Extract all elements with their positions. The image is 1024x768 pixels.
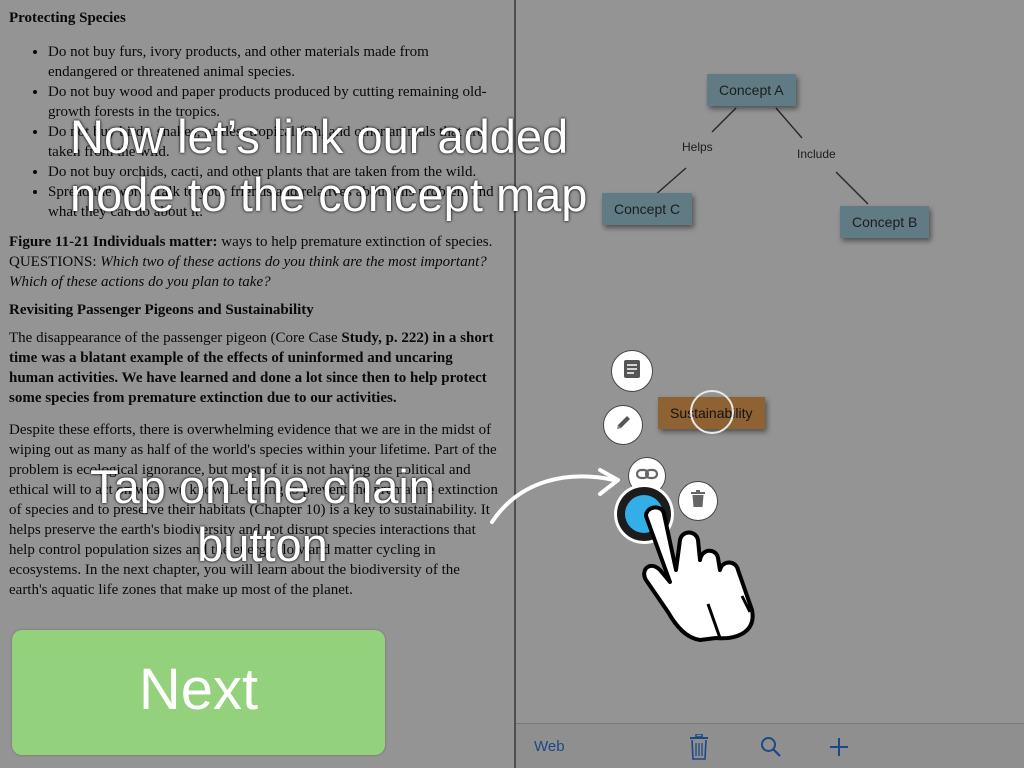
caption-line: node to the concept map — [70, 168, 588, 221]
tutorial-caption-tap: Tap on the chain button — [90, 458, 435, 574]
caption-line: Now let’s link our added — [70, 110, 569, 163]
arrow-head — [598, 468, 620, 496]
caption-line: Tap on the chain — [90, 460, 435, 513]
curved-arrow — [490, 474, 616, 524]
pointing-hand-icon — [642, 505, 755, 642]
tutorial-caption-top: Now let’s link our added node to the con… — [70, 108, 587, 224]
caption-line: button — [197, 518, 328, 571]
next-button[interactable]: Next — [12, 630, 385, 755]
